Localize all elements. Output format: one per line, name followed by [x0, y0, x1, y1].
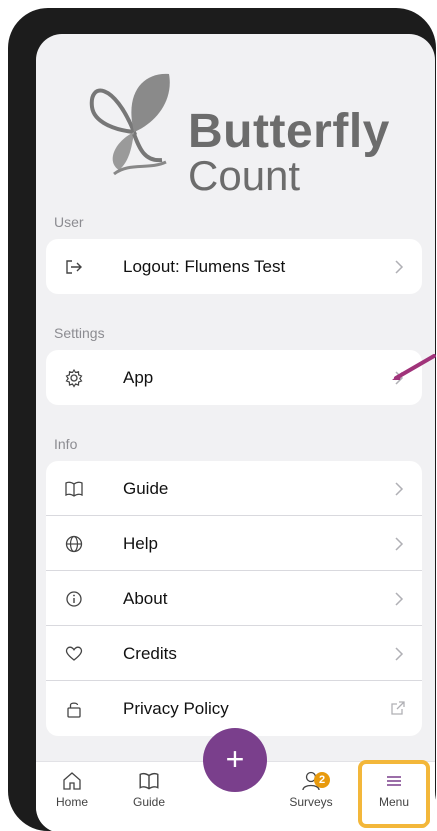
lock-icon	[67, 702, 81, 718]
hamburger-menu-icon	[387, 776, 401, 786]
menu-page: Butterfly Count User Logout: Flumens Tes…	[36, 34, 435, 831]
chevron-right-icon	[395, 647, 404, 661]
chevron-right-icon	[395, 537, 404, 551]
tab-label: Guide	[132, 795, 166, 809]
section-label-user: User	[54, 214, 84, 230]
section-label-settings: Settings	[54, 325, 105, 341]
menu-item-guide[interactable]: Guide	[46, 461, 422, 516]
surveys-count-badge: 2	[314, 772, 330, 788]
book-icon	[65, 481, 83, 497]
bottom-tab-bar: Home Guide + 2 Surveys Menu	[36, 728, 435, 831]
menu-item-label: Guide	[123, 479, 169, 498]
heart-icon	[65, 646, 83, 661]
tab-guide[interactable]: Guide	[119, 770, 179, 809]
butterfly-logo-icon	[89, 73, 170, 176]
logo-text-count: Count	[188, 152, 301, 199]
tab-label: Surveys	[289, 795, 333, 809]
menu-item-label: App	[123, 368, 154, 387]
globe-icon	[65, 535, 83, 553]
tab-home[interactable]: Home	[42, 770, 102, 809]
annotation-arrow-icon	[392, 354, 436, 380]
info-card: Guide Help About Credits Privacy Policy	[46, 461, 422, 736]
tab-surveys[interactable]: 2 Surveys	[281, 770, 341, 809]
phone-frame: Butterfly Count User Logout: Flumens Tes…	[8, 8, 436, 831]
tab-label: Home	[55, 795, 88, 809]
home-icon	[63, 772, 81, 790]
user-card: Logout: Flumens Test	[46, 239, 422, 294]
chevron-right-icon	[395, 482, 404, 496]
menu-item-logout[interactable]: Logout: Flumens Test	[46, 239, 422, 294]
chevron-right-icon	[395, 592, 404, 606]
add-survey-button[interactable]: +	[203, 728, 267, 792]
logo-text-butterfly: Butterfly	[188, 105, 390, 158]
logout-icon	[66, 260, 82, 274]
menu-item-label: Logout: Flumens Test	[123, 257, 286, 276]
tab-menu[interactable]: Menu	[364, 770, 424, 809]
menu-item-label: Credits	[123, 644, 177, 663]
book-icon	[139, 772, 159, 790]
section-label-info: Info	[54, 436, 78, 452]
menu-item-credits[interactable]: Credits	[46, 626, 422, 681]
menu-item-help[interactable]: Help	[46, 516, 422, 571]
settings-card: App	[46, 350, 422, 405]
info-icon	[66, 591, 82, 607]
external-link-icon	[391, 701, 405, 715]
menu-item-label: About	[123, 589, 168, 608]
app-logo: Butterfly Count	[84, 62, 394, 199]
menu-item-about[interactable]: About	[46, 571, 422, 626]
gear-icon	[65, 368, 83, 388]
tab-label: Menu	[378, 795, 410, 809]
menu-item-label: Privacy Policy	[123, 699, 229, 718]
menu-item-app-settings[interactable]: App	[46, 350, 422, 405]
chevron-right-icon	[395, 260, 404, 274]
menu-item-label: Help	[123, 534, 158, 553]
